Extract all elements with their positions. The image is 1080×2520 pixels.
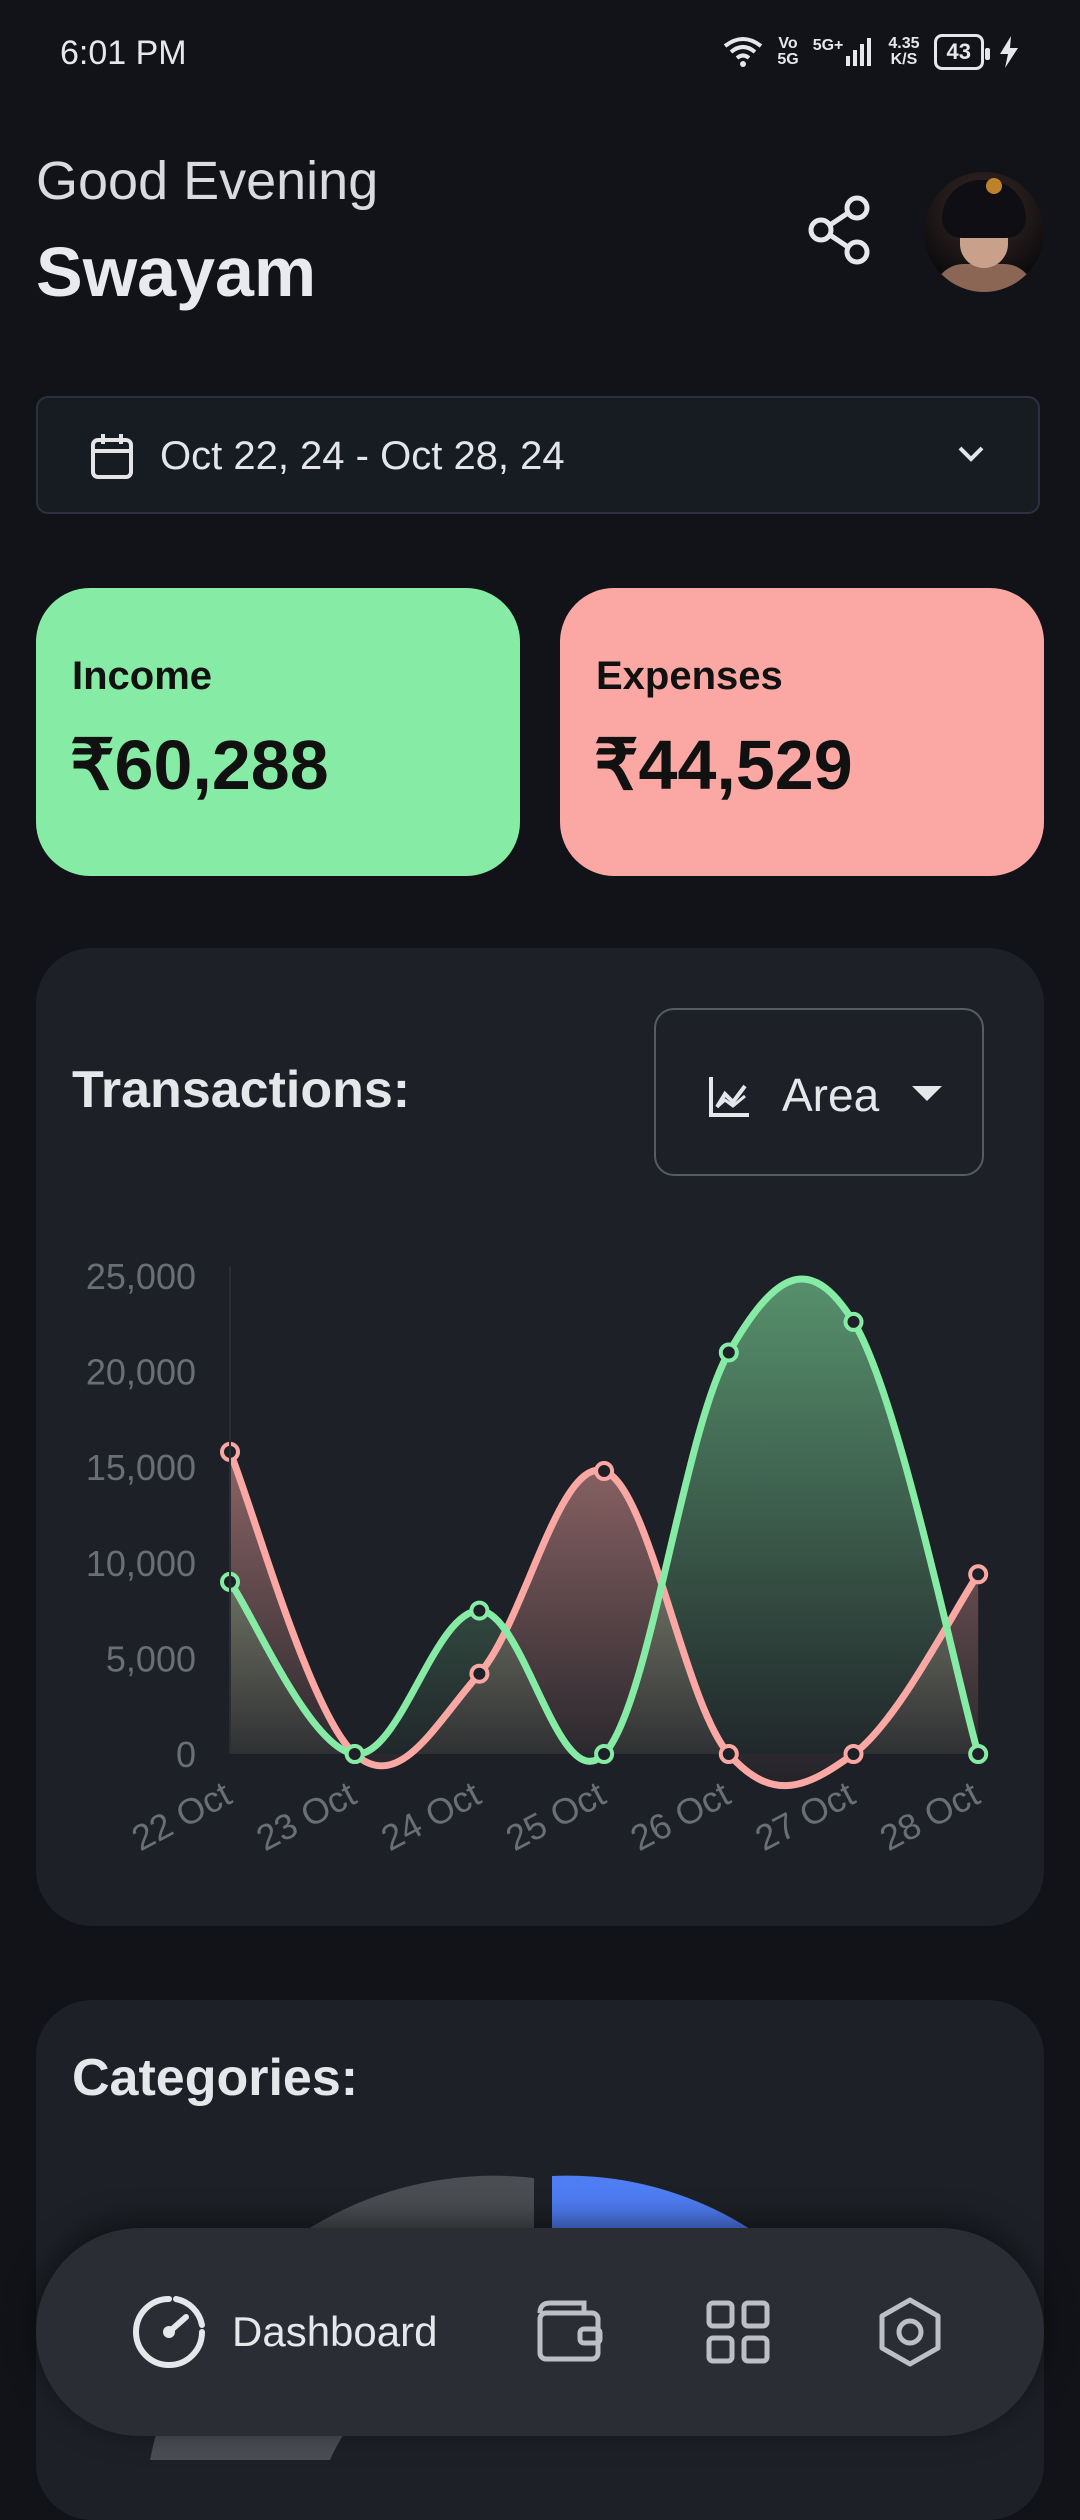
nav-categories[interactable] <box>706 2228 770 2436</box>
grid-icon <box>706 2300 770 2364</box>
bottom-navigation: Dashboard <box>36 2228 1044 2436</box>
speedometer-icon <box>133 2296 205 2368</box>
nav-dashboard-label: Dashboard <box>232 2308 438 2355</box>
categories-donut-chart <box>150 2175 830 2460</box>
nav-dashboard[interactable]: Dashboard <box>132 2228 437 2436</box>
nav-settings[interactable] <box>876 2228 944 2436</box>
hexagon-settings-icon <box>879 2297 941 2367</box>
nav-wallet[interactable] <box>536 2228 604 2436</box>
wallet-icon <box>537 2300 603 2362</box>
